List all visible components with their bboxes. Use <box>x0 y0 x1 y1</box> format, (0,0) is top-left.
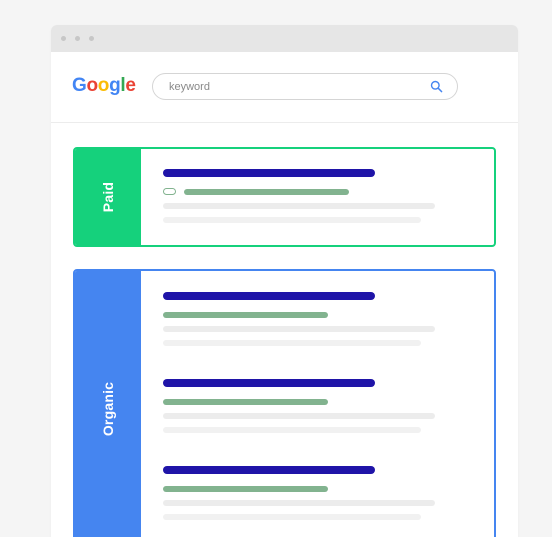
paid-label-column: Paid <box>75 149 141 245</box>
paid-label: Paid <box>100 181 116 213</box>
logo-letter: o <box>86 75 98 96</box>
result-url-placeholder[interactable] <box>163 312 328 318</box>
result-snippet-placeholder <box>163 340 421 346</box>
window-titlebar <box>51 25 518 52</box>
ad-badge <box>163 188 176 195</box>
result-title-placeholder[interactable] <box>163 379 375 387</box>
result-snippet-placeholder <box>163 217 421 223</box>
result-snippet-placeholder <box>163 203 435 209</box>
window-dot[interactable] <box>89 36 94 41</box>
google-logo[interactable]: Google <box>72 75 136 97</box>
search-header: Google <box>51 52 518 123</box>
logo-letter: e <box>125 75 136 96</box>
logo-letter: o <box>97 75 110 96</box>
paid-results-section: Paid <box>73 147 496 247</box>
result-url-placeholder[interactable] <box>163 399 328 405</box>
result-title-placeholder[interactable] <box>163 169 375 177</box>
result-title-placeholder[interactable] <box>163 292 375 300</box>
result-snippet-placeholder <box>163 427 421 433</box>
result-title-placeholder[interactable] <box>163 466 375 474</box>
logo-letter: G <box>72 75 87 96</box>
search-icon[interactable] <box>430 80 443 93</box>
organic-label-column: Organic <box>75 271 141 537</box>
result-snippet-placeholder <box>163 413 435 419</box>
search-box[interactable] <box>152 73 458 100</box>
result-snippet-placeholder <box>163 500 435 506</box>
window-dot[interactable] <box>75 36 80 41</box>
organic-results-section: Organic <box>73 269 496 537</box>
window-dot[interactable] <box>61 36 66 41</box>
organic-label: Organic <box>100 381 116 437</box>
result-snippet-placeholder <box>163 326 435 332</box>
result-snippet-placeholder <box>163 514 421 520</box>
logo-letter: g <box>109 75 121 96</box>
stage: Google Paid Organic <box>0 0 552 537</box>
search-input[interactable] <box>169 79 419 95</box>
result-url-placeholder[interactable] <box>163 486 328 492</box>
result-url-placeholder[interactable] <box>184 189 349 195</box>
